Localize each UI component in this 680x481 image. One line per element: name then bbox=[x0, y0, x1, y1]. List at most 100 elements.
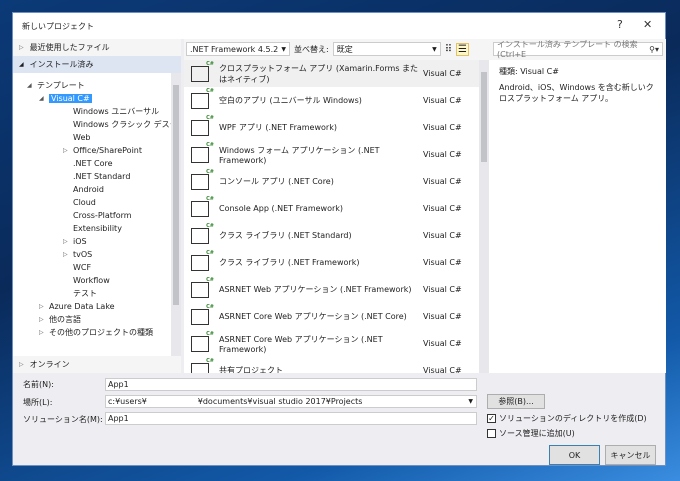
solution-input[interactable]: App1 bbox=[105, 412, 477, 425]
template-icon bbox=[191, 196, 214, 217]
template-language: Visual C# bbox=[423, 177, 462, 186]
template-language: Visual C# bbox=[423, 285, 462, 294]
tree-item[interactable]: WCF bbox=[13, 261, 171, 274]
tree-item[interactable]: ▷ その他のプロジェクトの種類 bbox=[13, 326, 171, 339]
detail-pane: インストール済み テンプレート の検索 (Ctrl+E ⚲▾ 種類: Visual… bbox=[489, 39, 666, 373]
installed-node[interactable]: ◢ インストール済み bbox=[13, 56, 181, 73]
tree-item[interactable]: Workflow bbox=[13, 274, 171, 287]
tree-item[interactable]: ◢ Visual C# bbox=[13, 92, 171, 105]
location-value: c:¥users¥ ¥documents¥visual studio 2017¥… bbox=[108, 397, 363, 406]
template-item[interactable]: クラス ライブラリ (.NET Standard) Visual C# bbox=[184, 222, 479, 249]
search-icon: ⚲▾ bbox=[649, 44, 659, 54]
recent-label: 最近使用したファイル bbox=[29, 43, 110, 52]
tree-item[interactable]: .NET Core bbox=[13, 157, 171, 170]
location-input[interactable]: c:¥users¥ ¥documents¥visual studio 2017¥… bbox=[105, 395, 477, 408]
tree-item-label: .NET Standard bbox=[73, 172, 131, 181]
tree-item[interactable]: Windows クラシック デスクトップ bbox=[13, 118, 171, 131]
template-item[interactable]: Windows フォーム アプリケーション (.NET Framework) Vi… bbox=[184, 141, 479, 168]
checkmark-icon: ✓ bbox=[487, 414, 496, 423]
template-item[interactable]: ASRNET Web アプリケーション (.NET Framework) Visu… bbox=[184, 276, 479, 303]
template-item[interactable]: ASRNET Core Web アプリケーション (.NET Framework… bbox=[184, 330, 479, 357]
ok-button[interactable]: OK bbox=[549, 445, 600, 465]
framework-value: .NET Framework 4.5.2 bbox=[190, 44, 279, 54]
template-icon bbox=[191, 304, 214, 325]
source-control-checkbox[interactable]: ソース管理に追加(U) bbox=[487, 428, 575, 439]
list-view-icon[interactable]: ☰ bbox=[456, 42, 469, 56]
template-language: Visual C# bbox=[423, 231, 462, 240]
expand-arrow-icon[interactable]: ▷ bbox=[39, 326, 44, 339]
tree-item[interactable]: ▷ Office/SharePoint bbox=[13, 144, 171, 157]
tree-item-label: Windows ユニバーサル bbox=[73, 107, 160, 116]
online-node[interactable]: ▷ オンライン bbox=[13, 356, 181, 373]
expand-arrow-icon[interactable]: ▷ bbox=[39, 313, 44, 326]
template-name: 共有プロジェクト bbox=[219, 366, 283, 373]
template-name: Console App (.NET Framework) bbox=[219, 204, 344, 213]
template-name: 空白のアプリ (ユニバーサル Windows) bbox=[219, 96, 362, 105]
sort-dropdown[interactable]: 既定 ▼ bbox=[332, 42, 441, 56]
tree-item[interactable]: ▷ Azure Data Lake bbox=[13, 300, 171, 313]
tree-item[interactable]: Cross-Platform bbox=[13, 209, 171, 222]
create-directory-label: ソリューションのディレクトリを作成(D) bbox=[499, 414, 647, 423]
expand-arrow-icon[interactable]: ◢ bbox=[39, 92, 44, 105]
template-item[interactable]: クロスプラットフォーム アプリ (Xamarin.Forms またはネイティブ)… bbox=[184, 60, 479, 87]
tree-item-label: Android bbox=[73, 185, 104, 194]
expand-arrow-icon[interactable]: ▷ bbox=[63, 248, 68, 261]
expand-arrow-icon[interactable]: ▷ bbox=[63, 235, 68, 248]
browse-button[interactable]: 参照(B)... bbox=[487, 394, 545, 409]
tree-item-label: Azure Data Lake bbox=[49, 302, 115, 311]
tree-item[interactable]: テスト bbox=[13, 287, 171, 300]
create-directory-checkbox[interactable]: ✓ ソリューションのディレクトリを作成(D) bbox=[487, 413, 647, 424]
template-item[interactable]: コンソール アプリ (.NET Core) Visual C# bbox=[184, 168, 479, 195]
tree-item[interactable]: Extensibility bbox=[13, 222, 171, 235]
template-item[interactable]: ASRNET Core Web アプリケーション (.NET Core) Visu… bbox=[184, 303, 479, 330]
template-item[interactable]: 空白のアプリ (ユニバーサル Windows) Visual C# bbox=[184, 87, 479, 114]
tree-scrollbar[interactable] bbox=[171, 73, 181, 356]
installed-label: インストール済み bbox=[29, 60, 94, 69]
tree-item[interactable]: ◢ テンプレート bbox=[13, 79, 171, 92]
template-item[interactable]: 共有プロジェクト Visual C# bbox=[184, 357, 479, 373]
cancel-button[interactable]: キャンセル bbox=[605, 445, 656, 465]
template-icon bbox=[191, 250, 214, 271]
tree-item-label: Windows クラシック デスクトップ bbox=[73, 120, 171, 129]
framework-dropdown[interactable]: .NET Framework 4.5.2 ▼ bbox=[186, 42, 290, 56]
template-item[interactable]: WPF アプリ (.NET Framework) Visual C# bbox=[184, 114, 479, 141]
tree-item-label: Cloud bbox=[73, 198, 96, 207]
help-button[interactable]: ? bbox=[617, 18, 623, 31]
template-pane: .NET Framework 4.5.2▼ 並べ替え: 既定▼ ⠿ ☰ クロスプ… bbox=[184, 39, 489, 373]
expand-arrow-icon[interactable]: ◢ bbox=[27, 79, 32, 92]
tree-item-label: Workflow bbox=[73, 276, 110, 285]
tree-item-label: Cross-Platform bbox=[73, 211, 132, 220]
close-button[interactable]: ✕ bbox=[643, 18, 652, 31]
template-item[interactable]: Console App (.NET Framework) Visual C# bbox=[184, 195, 479, 222]
template-icon bbox=[191, 88, 214, 109]
template-search-input[interactable]: インストール済み テンプレート の検索 (Ctrl+E ⚲▾ bbox=[493, 40, 663, 59]
expand-arrow-icon[interactable]: ▷ bbox=[63, 144, 68, 157]
tree-item[interactable]: ▷ tvOS bbox=[13, 248, 171, 261]
tree-item[interactable]: ▷ 他の言語 bbox=[13, 313, 171, 326]
search-placeholder: インストール済み テンプレート の検索 (Ctrl+E bbox=[497, 40, 638, 59]
template-item[interactable]: クラス ライブラリ (.NET Framework) Visual C# bbox=[184, 249, 479, 276]
tree-item[interactable]: .NET Standard bbox=[13, 170, 171, 183]
expand-arrow-icon[interactable]: ▷ bbox=[39, 300, 44, 313]
tree-item-label: その他のプロジェクトの種類 bbox=[49, 328, 153, 337]
list-scrollbar[interactable] bbox=[479, 60, 489, 373]
tree-item-label: Web bbox=[73, 133, 91, 142]
template-name: クロスプラットフォーム アプリ (Xamarin.Forms またはネイティブ) bbox=[219, 63, 419, 84]
template-icon bbox=[191, 61, 214, 82]
template-icon bbox=[191, 223, 214, 244]
tree-item[interactable]: Cloud bbox=[13, 196, 171, 209]
name-input[interactable]: App1 bbox=[105, 378, 477, 391]
template-name: ASRNET Core Web アプリケーション (.NET Framework… bbox=[219, 334, 383, 354]
recent-node[interactable]: ▷ 最近使用したファイル bbox=[13, 39, 181, 56]
small-icons-view-icon[interactable]: ⠿ bbox=[445, 44, 452, 55]
location-label: 場所(L): bbox=[23, 398, 53, 407]
source-control-label: ソース管理に追加(U) bbox=[499, 429, 575, 438]
tree-item[interactable]: Android bbox=[13, 183, 171, 196]
tree-item-label: 他の言語 bbox=[49, 315, 81, 324]
tree-item[interactable]: Web bbox=[13, 131, 171, 144]
tree-item[interactable]: Windows ユニバーサル bbox=[13, 105, 171, 118]
tree-item-label: Office/SharePoint bbox=[73, 146, 142, 155]
tree-item[interactable]: ▷ iOS bbox=[13, 235, 171, 248]
sort-value: 既定 bbox=[336, 44, 353, 54]
template-icon bbox=[191, 115, 214, 136]
